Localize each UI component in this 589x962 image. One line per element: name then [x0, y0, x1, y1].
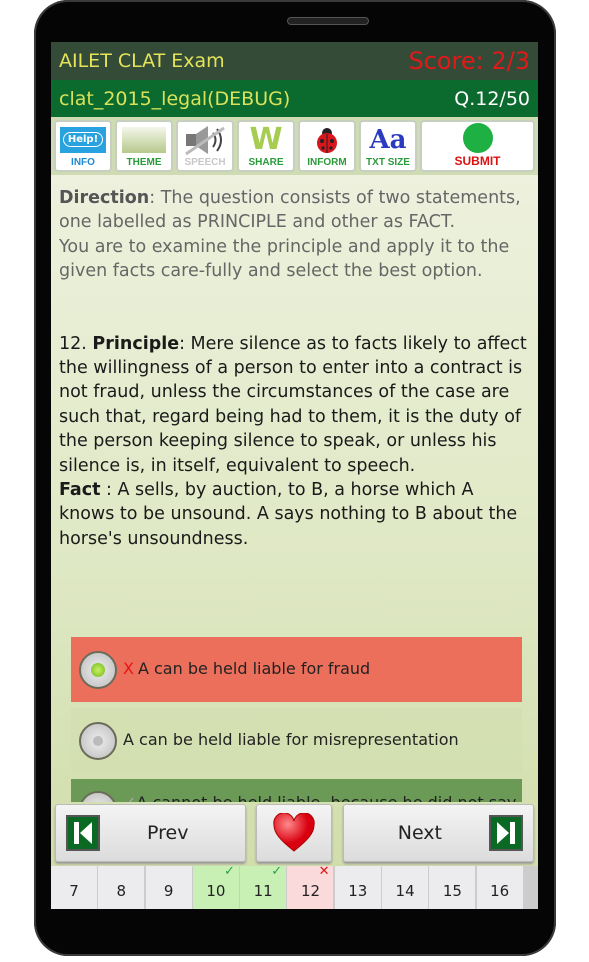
question-content: Direction: The question consists of two …	[51, 176, 538, 802]
submit-button[interactable]: SUBMIT	[420, 120, 535, 172]
score: Score: 2/3	[408, 47, 530, 75]
check-icon: ✓	[271, 864, 283, 879]
heart-icon	[273, 813, 315, 852]
radio-unselected[interactable]	[79, 721, 117, 760]
inform-button[interactable]: INFORM	[298, 120, 356, 172]
skip-forward-icon	[489, 815, 523, 851]
skip-back-icon	[66, 815, 100, 851]
sub-bar: clat_2015_legal(DEBUG) Q.12/50	[51, 80, 538, 117]
correct-mark-icon: ✓	[123, 791, 136, 802]
question-number-strip[interactable]: 7 8 9 10 ✓ 11 ✓ 12 ✕ 13 14 15 16	[51, 864, 538, 909]
question-number-9[interactable]: 9	[145, 866, 192, 909]
next-button[interactable]: Next	[343, 804, 534, 862]
theme-swatch-icon	[122, 126, 166, 153]
speaker-muted-icon	[185, 125, 225, 155]
direction-text: Direction: The question consists of two …	[59, 188, 521, 282]
radio-selected[interactable]	[79, 650, 117, 689]
question-number-13[interactable]: 13	[334, 866, 381, 909]
question-number-10[interactable]: 10 ✓	[192, 864, 239, 909]
help-bubble-icon: Help!	[60, 126, 106, 153]
theme-button[interactable]: THEME	[115, 120, 173, 172]
radio-unselected[interactable]	[79, 791, 117, 802]
option-3[interactable]: ✓ A cannot be held liable, because he di…	[71, 779, 522, 802]
cross-icon: ✕	[318, 864, 330, 879]
question-number-15[interactable]: 15	[429, 866, 476, 909]
speaker-grille	[287, 17, 369, 25]
text-size-button[interactable]: Aa TXT SIZE	[359, 120, 417, 172]
info-button[interactable]: Help! INFO	[54, 120, 112, 172]
app-screen: AILET CLAT Exam Score: 2/3 clat_2015_leg…	[51, 42, 538, 909]
share-button[interactable]: W SHARE	[237, 120, 295, 172]
question-number-14[interactable]: 14	[382, 866, 429, 909]
app-title: AILET CLAT Exam	[59, 50, 225, 72]
question-number-16[interactable]: 16	[476, 866, 523, 909]
ladybug-icon	[317, 127, 337, 153]
question-number-8[interactable]: 8	[98, 866, 145, 909]
option-1[interactable]: X A can be held liable for fraud	[71, 637, 522, 702]
exam-name: clat_2015_legal(DEBUG)	[59, 87, 291, 110]
question-number-11[interactable]: 11 ✓	[240, 864, 287, 909]
check-icon: ✓	[223, 864, 235, 879]
favorite-button[interactable]	[256, 804, 332, 862]
wrong-mark-icon: X	[123, 659, 134, 679]
question-text: 12. Principle: Mere silence as to facts …	[59, 333, 527, 549]
question-number-12[interactable]: 12 ✕	[287, 864, 334, 909]
speech-button[interactable]: SPEECH	[176, 120, 234, 172]
share-w-icon: W	[249, 122, 283, 157]
option-2[interactable]: A can be held liable for misrepresentati…	[71, 708, 522, 773]
question-number-7[interactable]: 7	[51, 866, 97, 909]
title-bar: AILET CLAT Exam Score: 2/3	[51, 42, 538, 80]
prev-button[interactable]: Prev	[55, 804, 246, 862]
text-size-icon: Aa	[369, 124, 407, 155]
navigation-bar: Prev Next	[51, 802, 538, 864]
toolbar: Help! INFO THEME SPEECH W SHARE INFORM A…	[51, 117, 538, 175]
question-counter: Q.12/50	[454, 87, 530, 110]
green-circle-icon	[462, 123, 493, 153]
